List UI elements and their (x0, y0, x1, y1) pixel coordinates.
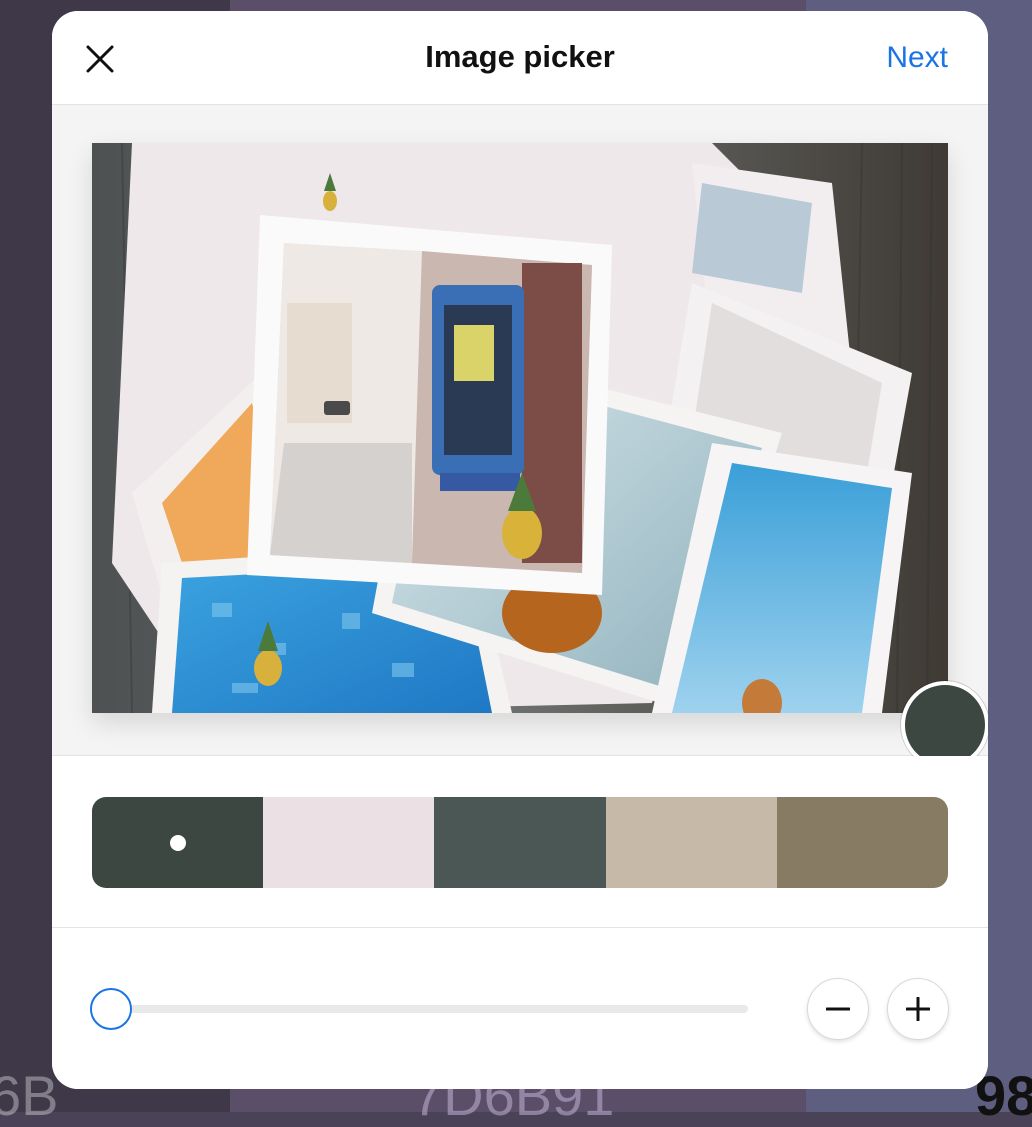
modal-title: Image picker (425, 39, 615, 74)
minus-icon (826, 1007, 850, 1011)
zoom-out-button[interactable] (807, 978, 869, 1040)
photo-illustration (92, 143, 948, 713)
plus-icon (906, 997, 930, 1021)
color-palette (92, 797, 948, 888)
image-picker-modal: Image picker Next (52, 11, 988, 1089)
zoom-slider-thumb[interactable] (90, 988, 132, 1030)
zoom-in-button[interactable] (887, 978, 949, 1040)
palette-swatch-4[interactable] (605, 797, 777, 888)
source-image[interactable] (92, 143, 948, 713)
background-label-1: 6B (0, 1064, 59, 1127)
palette-swatch-1[interactable] (92, 797, 264, 888)
zoom-controls (52, 928, 988, 1089)
next-button[interactable]: Next (886, 41, 948, 75)
zoom-slider-track[interactable] (112, 1005, 748, 1013)
selected-swatch-indicator (169, 834, 186, 851)
modal-header: Image picker Next (52, 11, 988, 105)
palette-swatch-2[interactable] (263, 797, 435, 888)
palette-swatch-3[interactable] (434, 797, 606, 888)
image-area (52, 105, 988, 769)
palette-area (52, 756, 988, 928)
palette-swatch-5[interactable] (776, 797, 948, 888)
